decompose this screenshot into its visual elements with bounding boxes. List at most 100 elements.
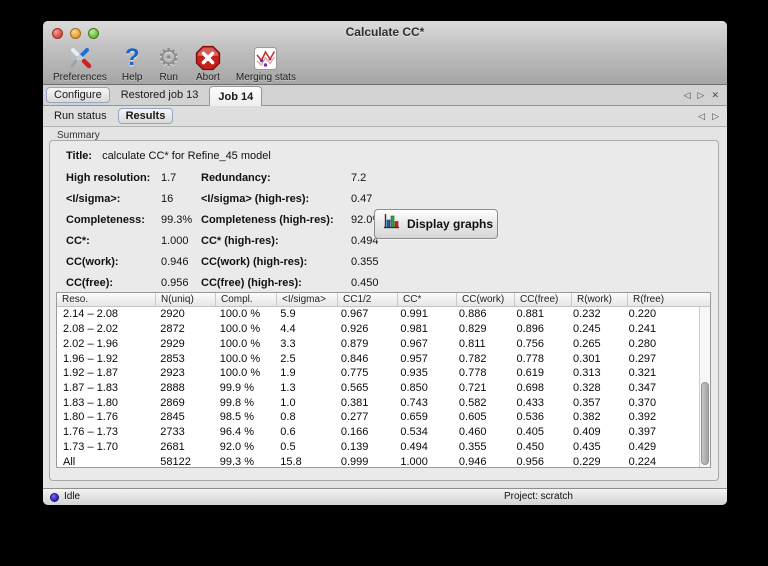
table-cell: 0.721 <box>458 381 487 394</box>
table-row[interactable]: All 58122 99.3 % 15.8 0.999 1.000 0.946 0.956 0.… <box>57 454 699 467</box>
table-cell: 0.166 <box>340 426 369 439</box>
help-question-icon: ? <box>124 44 140 71</box>
scrollbar-thumb[interactable] <box>701 382 709 466</box>
subtab-scroll-right-icon[interactable]: ▷ <box>712 110 719 122</box>
table-cell: 0.245 <box>573 323 601 336</box>
column-header-compl[interactable]: Compl. <box>215 293 276 306</box>
summary-label: CC(free) (high-res): <box>201 276 302 289</box>
table-cell: 1.87 – 1.83 <box>63 381 119 394</box>
toolbar-button-preferences[interactable]: Preferences <box>50 45 110 85</box>
table-row[interactable]: 1.92 – 1.87 2923 100.0 % 1.9 0.775 0.935 0.778… <box>57 366 699 381</box>
tab-scroll-right-icon[interactable]: ▷ <box>698 89 705 101</box>
tab-configure[interactable]: Configure <box>46 87 110 103</box>
table-cell: 0.241 <box>628 323 657 336</box>
table-cell: 0.382 <box>573 411 601 424</box>
table-row[interactable]: 1.76 – 1.73 2733 96.4 % 0.6 0.166 0.534 0.460 0… <box>57 425 699 440</box>
table-cell: 2.14 – 2.08 <box>63 308 119 321</box>
table-row[interactable]: 2.02 – 1.96 2929 100.0 % 3.3 0.879 0.967 0.811… <box>57 336 699 351</box>
table-row[interactable]: 1.73 – 1.70 2681 92.0 % 0.5 0.139 0.494 0.355 0… <box>57 439 699 454</box>
toolbar-button-help[interactable]: ? Help <box>119 45 146 85</box>
window-chrome: Calculate CC* Preferences? Help ⚙ Run Abort M… <box>43 21 727 85</box>
table-cell: 0.450 <box>516 440 545 453</box>
toolbar-button-label: Run <box>159 72 178 83</box>
statistics-table[interactable]: Reso. N(uniq) Compl. <I/sigma> CC1/2 CC* CC(wo… <box>56 292 711 468</box>
table-cell: 0.565 <box>340 381 369 394</box>
display-graphs-button[interactable]: Display graphs <box>374 209 498 239</box>
summary-value: 0.47 <box>351 192 373 205</box>
column-header-i-sigma[interactable]: <I/sigma> <box>276 293 337 306</box>
tab-job-14[interactable]: Job 14 <box>209 86 263 106</box>
tab-close-icon[interactable]: ✕ <box>711 89 719 101</box>
column-header-cc-free[interactable]: CC(free) <box>514 293 571 306</box>
table-cell: 0.265 <box>573 337 601 350</box>
column-header-reso[interactable]: Reso. <box>57 293 155 306</box>
table-cell: 2681 <box>160 440 185 453</box>
table-cell: 100.0 % <box>219 323 261 336</box>
table-cell: 0.967 <box>400 337 428 350</box>
column-header-cc-work[interactable]: CC(work) <box>456 293 514 306</box>
summary-value: 0.946 <box>161 255 189 268</box>
table-vertical-scrollbar[interactable] <box>699 307 710 467</box>
summary-label: Completeness (high-res): <box>201 213 334 226</box>
table-cell: 0.896 <box>516 323 545 336</box>
title-bar[interactable]: Calculate CC* <box>43 21 727 45</box>
tab-nav-controls: ◁ ▷ ✕ <box>684 89 727 101</box>
toolbar-button-label: Abort <box>195 72 220 83</box>
subtab-results[interactable]: Results <box>117 108 174 124</box>
table-cell: 0.935 <box>400 367 428 380</box>
column-header-cc[interactable]: CC* <box>397 293 456 306</box>
table-cell: 0.850 <box>400 381 428 394</box>
subtab-scroll-left-icon[interactable]: ◁ <box>698 110 705 122</box>
table-cell: 0.999 <box>340 455 369 467</box>
table-cell: 0.829 <box>458 323 487 336</box>
summary-value: 99.3% <box>161 213 193 226</box>
summary-value: 0.355 <box>351 255 379 268</box>
subtab-run-status[interactable]: Run status <box>46 108 115 124</box>
table-cell: 0.224 <box>628 455 657 467</box>
toolbar-button-abort[interactable]: Abort <box>192 45 224 85</box>
summary-title-value: calculate CC* for Refine_45 model <box>102 150 271 162</box>
table-row[interactable]: 2.14 – 2.08 2920 100.0 % 5.9 0.967 0.991 0.886… <box>57 307 699 322</box>
summary-grid: High resolution: 1.7 Redundancy: 7.2 <I/sigm… <box>66 167 411 293</box>
toolbar-button-label: Preferences <box>53 72 107 83</box>
table-row[interactable]: 1.96 – 1.92 2853 100.0 % 2.5 0.846 0.957 0.782… <box>57 351 699 366</box>
table-row[interactable]: 1.80 – 1.76 2845 98.5 % 0.8 0.277 0.659 0.605 0… <box>57 410 699 425</box>
toolbar-button-run[interactable]: ⚙ Run <box>155 45 183 85</box>
tab-scroll-left-icon[interactable]: ◁ <box>684 89 691 101</box>
table-cell: 100.0 % <box>219 337 261 350</box>
table-cell: 0.981 <box>400 323 428 336</box>
table-cell: 3.3 <box>280 337 296 350</box>
app-window: Calculate CC* Preferences? Help ⚙ Run Abort M… <box>43 21 727 505</box>
summary-row: CC*: 1.000 CC* (high-res): 0.494 <box>66 230 411 251</box>
toolbar-button-merging-stats[interactable]: Merging stats <box>233 45 299 85</box>
table-cell: 1.83 – 1.80 <box>63 396 119 409</box>
summary-value: 16 <box>161 192 174 205</box>
column-header-cc1-2[interactable]: CC1/2 <box>337 293 397 306</box>
table-cell: 5.9 <box>280 308 296 321</box>
summary-label: <I/sigma> (high-res): <box>201 192 310 205</box>
table-cell: 0.991 <box>400 308 428 321</box>
table-cell: 1.73 – 1.70 <box>63 440 119 453</box>
table-cell: 0.277 <box>340 411 369 424</box>
summary-value: 0.956 <box>161 276 189 289</box>
column-header-n-uniq[interactable]: N(uniq) <box>155 293 215 306</box>
tab-restored-job-13[interactable]: Restored job 13 <box>113 87 207 103</box>
toolbar-button-label: Help <box>121 72 143 83</box>
table-cell: 100.0 % <box>219 308 261 321</box>
table-row[interactable]: 2.08 – 2.02 2872 100.0 % 4.4 0.926 0.981 0.829… <box>57 322 699 337</box>
column-header-r-work[interactable]: R(work) <box>571 293 627 306</box>
table-row[interactable]: 1.83 – 1.80 2869 99.8 % 1.0 0.381 0.743 0.582 0… <box>57 395 699 410</box>
column-header-r-free[interactable]: R(free) <box>627 293 704 306</box>
summary-row: Completeness: 99.3% Completeness (high-res… <box>66 209 411 230</box>
summary-value: 7.2 <box>351 171 367 184</box>
summary-label: High resolution: <box>66 171 151 184</box>
table-cell: 0.220 <box>628 308 657 321</box>
status-indicator-icon <box>50 493 59 502</box>
table-cell: 2872 <box>160 323 185 336</box>
table-cell: 0.229 <box>573 455 601 467</box>
table-cell: 1.3 <box>280 381 296 394</box>
table-cell: 0.534 <box>400 426 428 439</box>
table-row[interactable]: 1.87 – 1.83 2888 99.9 % 1.3 0.565 0.850 0.721 0… <box>57 381 699 396</box>
table-cell: 0.460 <box>458 426 487 439</box>
table-cell: 0.811 <box>458 337 486 350</box>
